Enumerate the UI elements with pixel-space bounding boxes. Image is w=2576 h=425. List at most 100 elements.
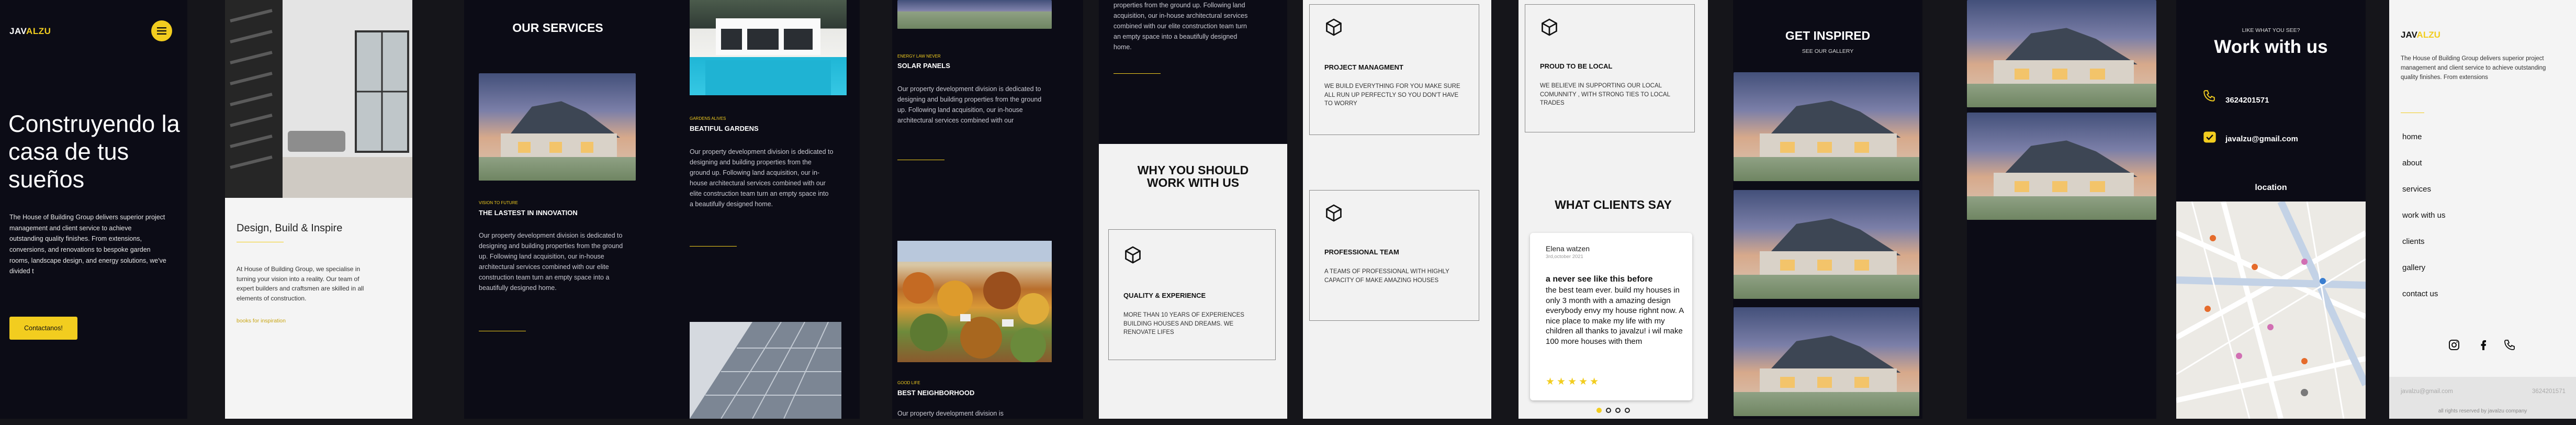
service-5-body: properties from the ground up. Following…: [1113, 2, 1248, 51]
why-card-quality-body: MORE THAN 10 YEARS OF EXPERIENCES BUILDI…: [1123, 312, 1244, 336]
service-2-underline: [690, 246, 737, 247]
pool-illustration: [705, 18, 831, 95]
service-1-kicker: VISION TO FUTURE: [479, 200, 518, 205]
design-title: Design, Build & Inspire: [237, 222, 343, 234]
inspiration-link[interactable]: books for inspiration: [237, 318, 286, 324]
why-card-quality: QUALITY & EXPERIENCE MORE THAN 10 YEARS …: [1108, 229, 1276, 360]
hero-panel: JAVALZU Construyendo la casa de tus sueñ…: [0, 0, 187, 419]
gallery-photo-3[interactable]: [1734, 307, 1919, 416]
why-card-management-body: WE BUILD EVERYTHING FOR YOU MAKE SURE AL…: [1324, 83, 1460, 107]
service-3-title: SOLAR PANELS: [897, 62, 950, 70]
footer-nav-work[interactable]: work with us: [2402, 211, 2446, 237]
footer-nav-about[interactable]: about: [2402, 159, 2446, 185]
contact-cta-button[interactable]: Contactanos!: [9, 317, 77, 340]
solar-illustration: [690, 322, 841, 419]
why-card-quality-title: QUALITY & EXPERIENCE: [1123, 292, 1206, 299]
service-house-photo: [479, 73, 636, 181]
contact-email[interactable]: javalzu@gmail.com: [2225, 135, 2298, 143]
cube-icon: [1125, 246, 1141, 264]
footer-nav: home about services work with us clients…: [2402, 132, 2446, 316]
carousel-dot-1[interactable]: [1596, 408, 1602, 413]
footer-about: The House of Building Group delivers sup…: [2401, 55, 2546, 81]
gallery-panel: GET INSPIRED SEE OUR GALLERY: [1733, 0, 1922, 419]
gallery-photo-2[interactable]: [1734, 190, 1919, 299]
location-label: location: [2255, 183, 2287, 192]
footer-nav-contact[interactable]: contact us: [2402, 289, 2446, 316]
carousel-dot-3[interactable]: [1615, 408, 1621, 413]
why-heading: WHY YOU SHOULD WORK WITH US: [1137, 163, 1249, 190]
footer-panel: JAVALZU The House of Building Group deli…: [2389, 0, 2576, 419]
services-panel-1: OUR SERVICES VISION TO FUTURE THE LASTES…: [464, 0, 651, 419]
testimonial-card[interactable]: Elena watzen 3rd,october 2021 a never se…: [1530, 233, 1692, 400]
hero-body: The House of Building Group delivers sup…: [9, 214, 166, 275]
brand-right: ALZU: [26, 26, 51, 36]
brand-logo[interactable]: JAVALZU: [9, 26, 51, 37]
why-panel-1: properties from the ground up. Following…: [1099, 0, 1287, 419]
why-card-team: PROFESSIONAL TEAM A TEAMS OF PROFESSIONA…: [1309, 190, 1479, 321]
why-card-local-body: WE BELIEVE IN SUPPORTING OUR LOCAL COMUN…: [1540, 83, 1670, 107]
star-rating: ★★★★★: [1546, 376, 1601, 387]
footer-phone[interactable]: 3624201571: [2532, 388, 2566, 395]
hamburger-icon: [157, 27, 166, 35]
service-2-kicker: GARDENS ALIVES: [690, 116, 726, 121]
phone-icon: [2203, 90, 2215, 102]
contact-panel: LIKE WHAT YOU SEE? Work with us 36242015…: [2176, 0, 2366, 419]
contact-phone[interactable]: 3624201571: [2225, 96, 2269, 105]
contact-kicker: LIKE WHAT YOU SEE?: [2242, 27, 2300, 33]
testimonials-panel: PROUD TO BE LOCAL WE BELIEVE IN SUPPORTI…: [1518, 0, 1708, 419]
service-4-title: BEST NEIGHBORHOOD: [897, 389, 975, 397]
footer-nav-home[interactable]: home: [2402, 132, 2446, 159]
neighborhood-photo: [897, 241, 1052, 362]
why-card-team-title: PROFESSIONAL TEAM: [1324, 248, 1399, 256]
carousel-dot-4[interactable]: [1625, 408, 1630, 413]
service-2-title: BEATIFUL GARDENS: [690, 125, 759, 132]
cube-icon: [1542, 18, 1557, 36]
why-card-management-title: PROJECT MANAGMENT: [1324, 63, 1403, 71]
testimonial-title: a never see like this before: [1546, 275, 1653, 284]
interior-illustration: [225, 0, 412, 198]
design-body: At House of Building Group, we specialis…: [237, 265, 364, 302]
footer-bottom: javalzu@gmail.com 3624201571 all rights …: [2389, 377, 2576, 419]
brand-left: JAV: [9, 26, 27, 36]
why-card-team-body: A TEAMS OF PROFESSIONAL WITH HIGHLY CAPA…: [1324, 269, 1449, 284]
service-3-kicker: ENERGY LAW NEVER: [897, 54, 941, 59]
why-panel-2: PROJECT MANAGMENT WE BUILD EVERYTHING FO…: [1303, 0, 1491, 419]
solar-roof-photo: [690, 322, 841, 419]
footer-email[interactable]: javalzu@gmail.com: [2401, 388, 2453, 395]
service-2-body: Our property development division is ded…: [690, 148, 834, 208]
testimonials-heading: WHAT CLIENTS SAY: [1555, 198, 1672, 211]
chat-icon: [2203, 131, 2216, 143]
screenshot-strip: JAVALZU Construyendo la casa de tus sueñ…: [0, 0, 2576, 425]
why-card-management: PROJECT MANAGMENT WE BUILD EVERYTHING FO…: [1309, 4, 1479, 135]
footer-nav-gallery[interactable]: gallery: [2402, 263, 2446, 289]
service-house-top: [897, 0, 1052, 29]
services-heading: OUR SERVICES: [512, 21, 603, 35]
instagram-icon[interactable]: [2448, 339, 2460, 351]
service-5-underline: [1113, 73, 1161, 74]
menu-button[interactable]: [151, 20, 172, 41]
carousel-dot-2[interactable]: [1606, 408, 1611, 413]
cube-icon: [1326, 18, 1342, 36]
interior-photo: [225, 0, 412, 198]
service-4-kicker: GOOD LIFE: [897, 381, 920, 385]
footer-brand-left: JAV: [2401, 30, 2417, 40]
gallery-panel-2: [1967, 0, 2156, 419]
gallery-photo-5[interactable]: [1967, 113, 2156, 220]
gallery-photo-1[interactable]: [1734, 72, 1919, 181]
footer-nav-services[interactable]: services: [2402, 185, 2446, 211]
service-1-title: THE LASTEST IN INNOVATION: [479, 209, 578, 217]
footer-brand-right: ALZU: [2416, 30, 2440, 40]
services-panel-2: GARDENS ALIVES BEATIFUL GARDENS Our prop…: [651, 0, 860, 419]
phone-icon[interactable]: [2503, 339, 2516, 351]
gallery-heading: GET INSPIRED: [1785, 29, 1871, 42]
neighborhood-illustration: [897, 241, 1052, 362]
facebook-icon[interactable]: [2477, 339, 2490, 351]
pool-photo: [690, 0, 847, 95]
gallery-sub: SEE OUR GALLERY: [1802, 48, 1854, 54]
footer-brand-logo[interactable]: JAVALZU: [2401, 30, 2440, 40]
location-map[interactable]: [2176, 202, 2366, 419]
footer-nav-clients[interactable]: clients: [2402, 237, 2446, 263]
carousel-dots: [1518, 406, 1708, 416]
gallery-photo-4[interactable]: [1967, 0, 2156, 107]
services-panel-3: ENERGY LAW NEVER SOLAR PANELS Our proper…: [892, 0, 1083, 419]
